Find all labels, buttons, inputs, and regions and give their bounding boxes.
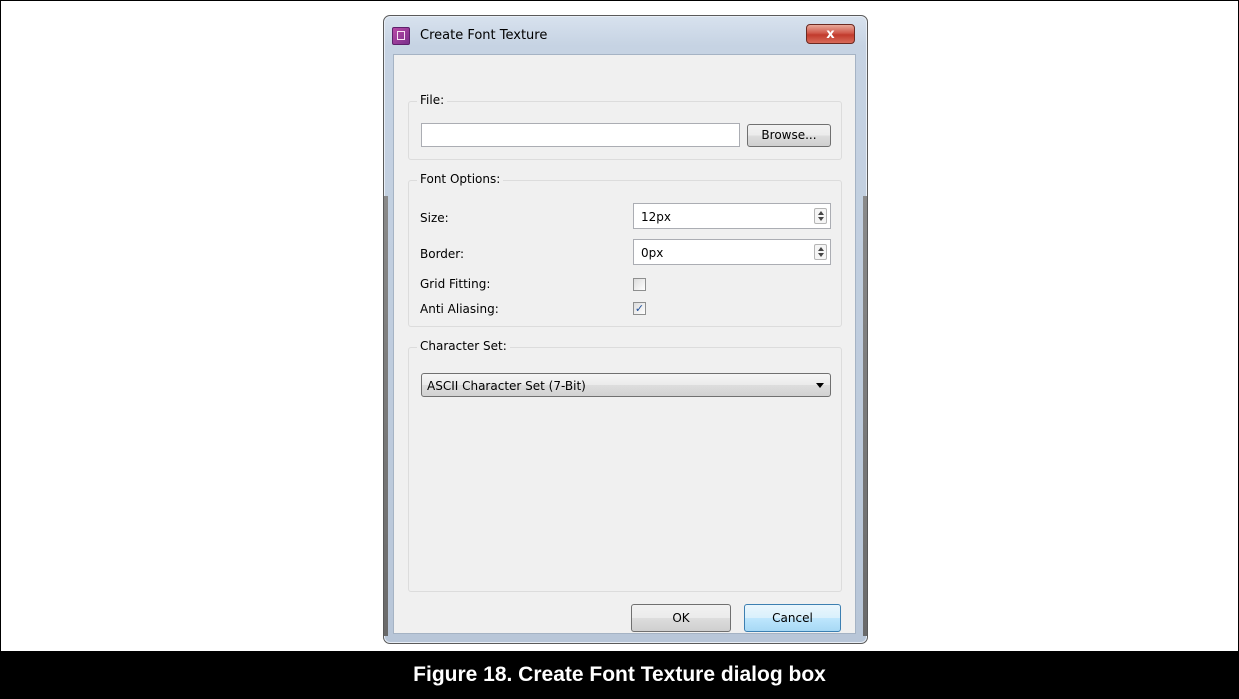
file-group: File: Browse... (408, 93, 842, 160)
size-spinner[interactable]: 12px (633, 203, 831, 229)
font-options-label: Font Options: (417, 172, 504, 186)
file-path-input[interactable] (421, 123, 740, 147)
border-label: Border: (420, 247, 465, 261)
dialog-client-area: File: Browse... Font Options: Size: 12px… (393, 54, 856, 634)
size-value: 12px (641, 210, 671, 224)
ok-button[interactable]: OK (631, 604, 731, 632)
create-font-texture-dialog: Create Font Texture x File: Browse... Fo… (383, 15, 868, 644)
spin-down-icon[interactable] (818, 253, 824, 257)
close-button[interactable]: x (806, 24, 855, 44)
size-label: Size: (420, 211, 449, 225)
character-set-group: Character Set: ASCII Character Set (7-Bi… (408, 339, 842, 592)
window-title: Create Font Texture (420, 28, 548, 43)
grid-fitting-label: Grid Fitting: (420, 277, 491, 291)
border-spinner[interactable]: 0px (633, 239, 831, 265)
chevron-down-icon (816, 383, 824, 388)
grid-fitting-checkbox[interactable] (633, 278, 646, 291)
spin-up-icon[interactable] (818, 211, 824, 215)
anti-aliasing-label: Anti Aliasing: (420, 302, 499, 316)
spin-up-icon[interactable] (818, 247, 824, 251)
title-bar[interactable]: Create Font Texture x (384, 16, 867, 52)
anti-aliasing-checkbox[interactable]: ✓ (633, 302, 646, 315)
border-spin-arrows[interactable] (814, 244, 827, 260)
figure-caption: Figure 18. Create Font Texture dialog bo… (0, 651, 1239, 699)
spin-down-icon[interactable] (818, 217, 824, 221)
app-icon (392, 27, 410, 45)
character-set-label: Character Set: (417, 339, 510, 353)
file-group-label: File: (417, 93, 448, 107)
character-set-selected: ASCII Character Set (7-Bit) (427, 379, 586, 393)
size-spin-arrows[interactable] (814, 208, 827, 224)
font-options-group: Font Options: Size: 12px Border: 0px Gri… (408, 172, 842, 327)
window-left-edge (384, 196, 388, 636)
cancel-button[interactable]: Cancel (744, 604, 841, 632)
browse-button[interactable]: Browse... (747, 124, 831, 147)
border-value: 0px (641, 246, 664, 260)
window-right-edge (863, 196, 867, 636)
close-icon: x (826, 27, 835, 42)
character-set-dropdown[interactable]: ASCII Character Set (7-Bit) (421, 373, 831, 397)
